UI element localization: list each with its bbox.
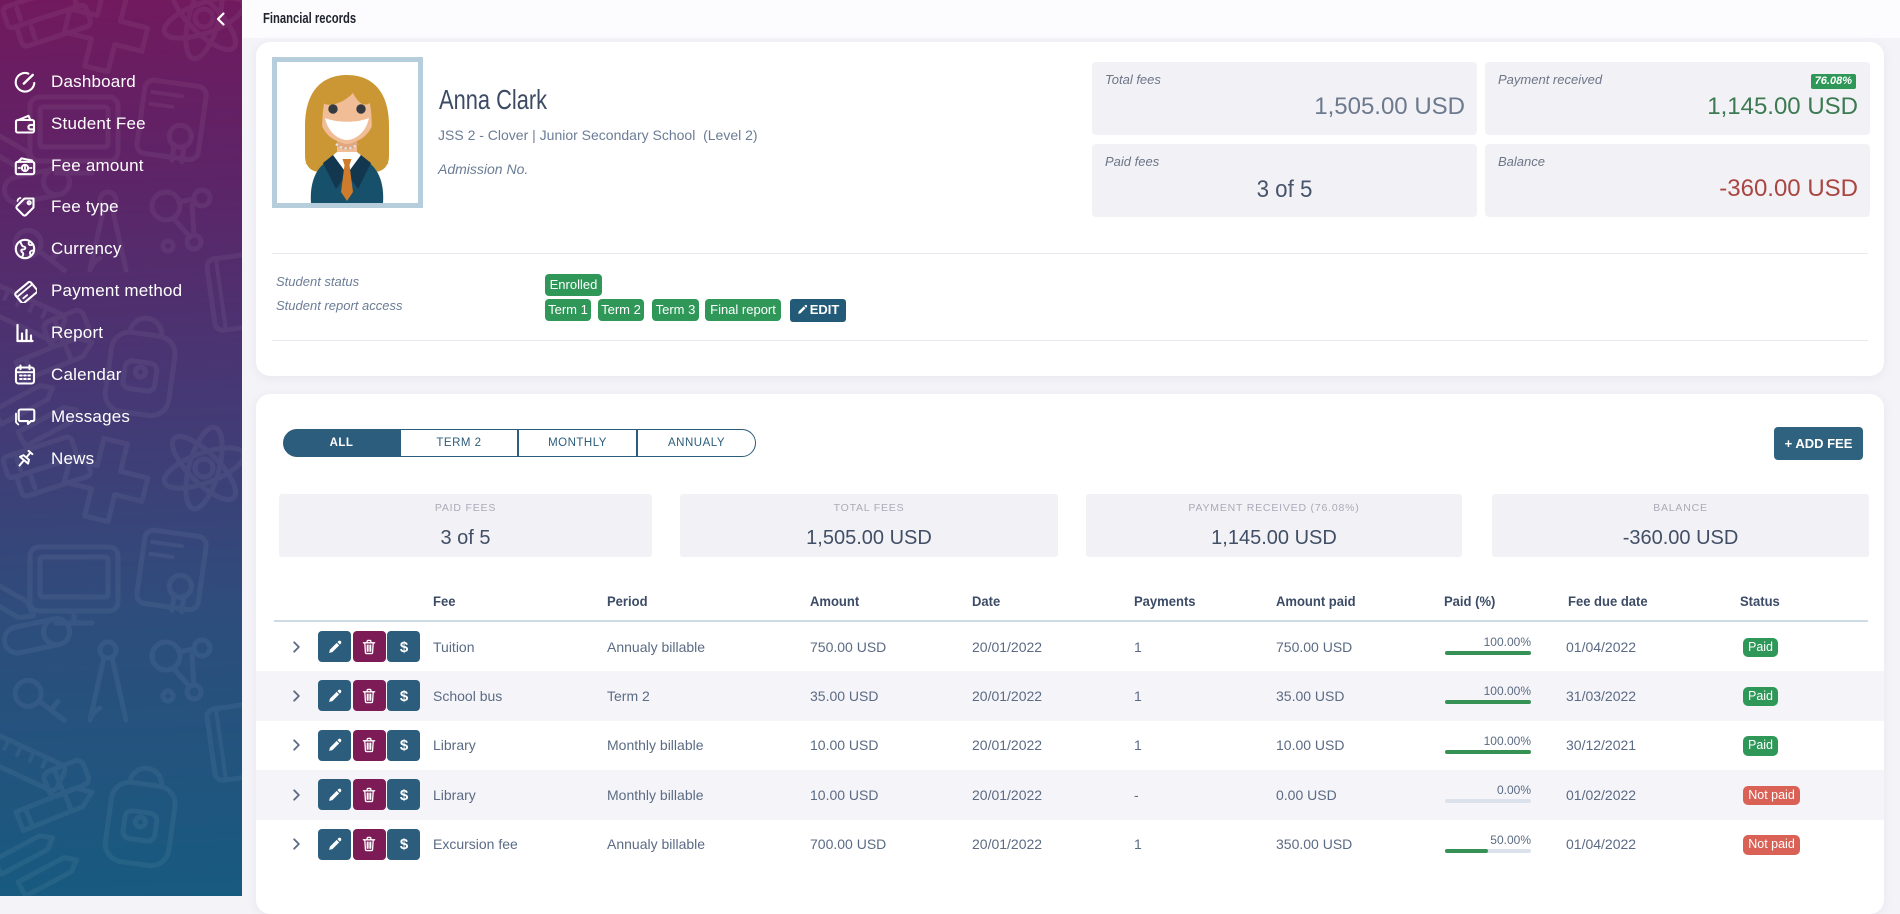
svg-text:$: $ bbox=[399, 737, 408, 754]
svg-text:$: $ bbox=[399, 836, 408, 853]
svg-text:$: $ bbox=[399, 688, 408, 705]
svg-text:$: $ bbox=[399, 787, 408, 804]
svg-text:$: $ bbox=[399, 639, 408, 656]
